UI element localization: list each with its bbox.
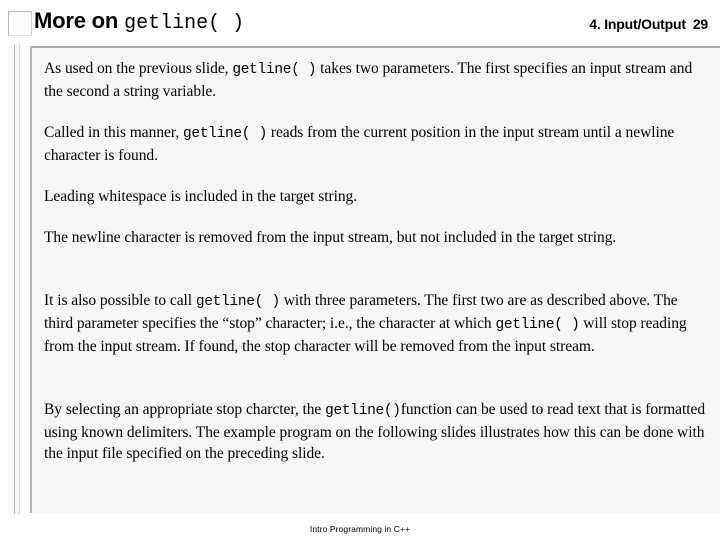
page-title: More on getline( ) — [34, 8, 244, 35]
inline-code: getline( ) — [183, 126, 268, 142]
body-paragraph-p4: The newline character is removed from th… — [44, 227, 706, 248]
body-paragraph-p3: Leading whitespace is included in the ta… — [44, 186, 706, 207]
inline-code: getline( ) — [232, 62, 317, 78]
inline-text: Called in this manner, — [44, 124, 183, 141]
page-number: 29 — [692, 16, 708, 32]
body-paragraph-p2: Called in this manner, getline( ) reads … — [44, 122, 706, 166]
slide: More on getline( ) 4. Input/Output 29 As … — [0, 0, 720, 540]
slide-header: More on getline( ) 4. Input/Output 29 — [0, 0, 720, 44]
inline-text: Leading whitespace is included in the ta… — [44, 188, 358, 205]
header-section-info: 4. Input/Output 29 — [589, 16, 708, 32]
body-paragraph-p1: As used on the previous slide, getline( … — [44, 58, 706, 102]
inline-code: getline( ) — [195, 294, 280, 310]
inline-text: By selecting an appropriate stop charcte… — [44, 401, 326, 418]
page-title-code: getline( ) — [124, 12, 245, 35]
body-paragraph-p5: It is also possible to call getline( ) w… — [44, 290, 706, 357]
inline-text: It is also possible to call — [44, 292, 196, 309]
slide-left-rail — [14, 44, 20, 514]
page-title-text: More on — [34, 8, 119, 33]
body-paragraph-p6: By selecting an appropriate stop charcte… — [44, 399, 706, 464]
inline-code: getline( ) — [495, 317, 580, 333]
slide-footer: Intro Programming in C++ — [309, 524, 411, 534]
inline-text: The newline character is removed from th… — [44, 229, 617, 246]
slide-content-box: As used on the previous slide, getline( … — [30, 46, 720, 513]
inline-code: getline() — [325, 403, 401, 419]
inline-text: As used on the previous slide, — [44, 60, 233, 77]
section-label: 4. Input/Output — [589, 16, 686, 32]
